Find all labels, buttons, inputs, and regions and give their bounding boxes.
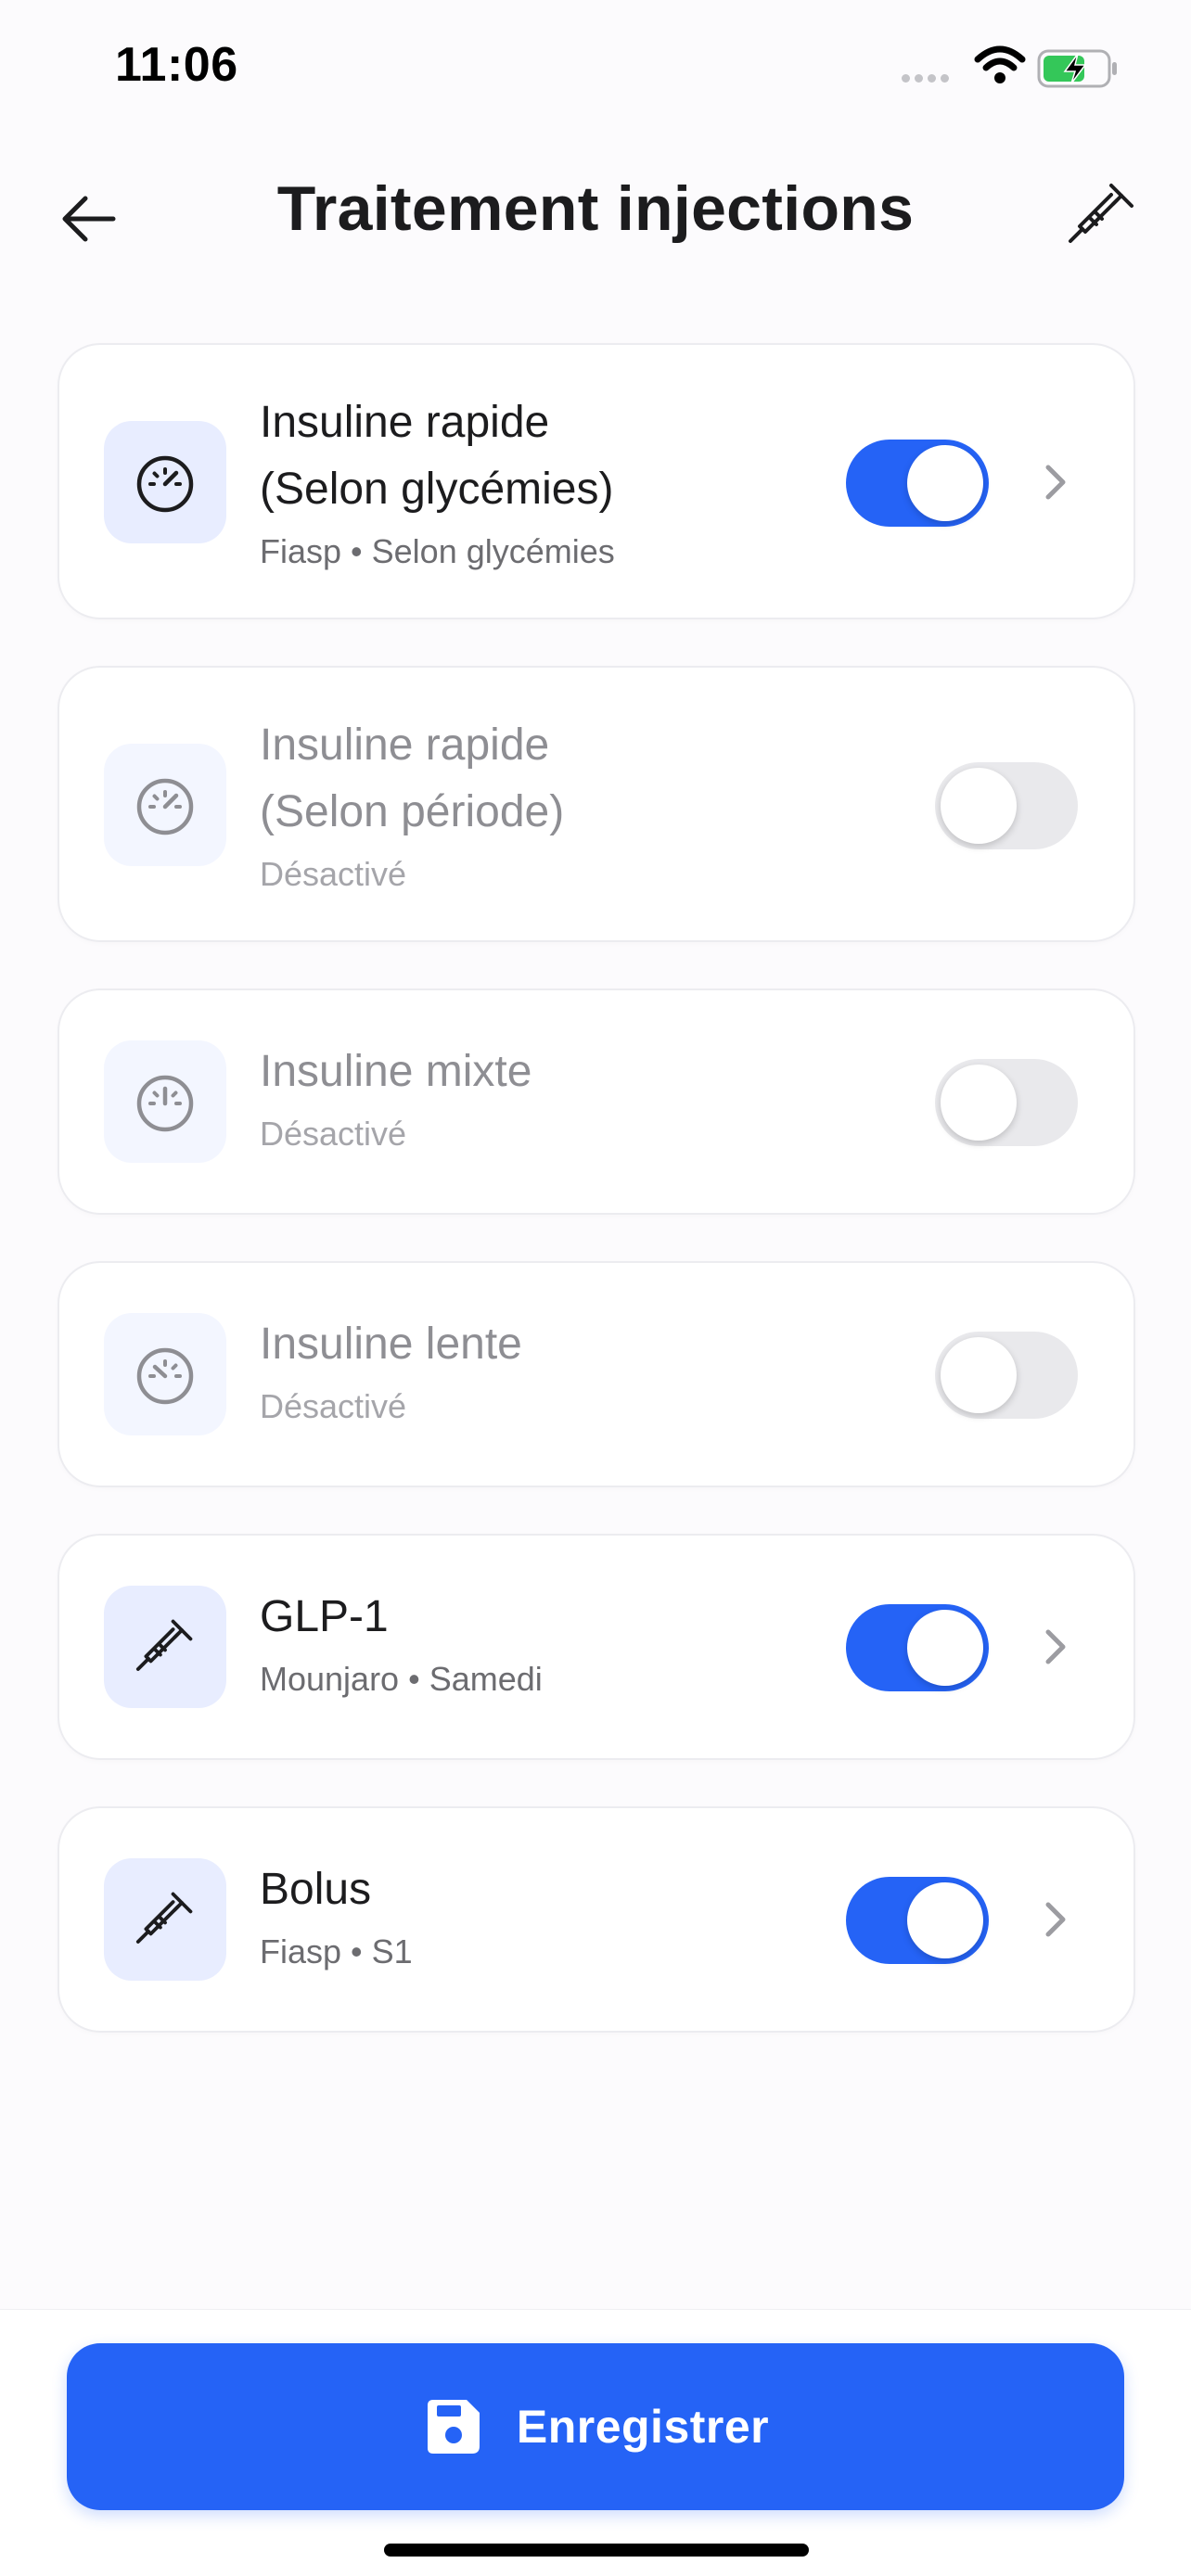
footer: Enregistrer xyxy=(0,2309,1191,2576)
wifi-icon xyxy=(974,45,1026,83)
card-subtitle: Désactivé xyxy=(260,1387,407,1425)
chevron-right-icon[interactable] xyxy=(1037,1625,1074,1669)
treatment-card-rapid-glycemia[interactable]: Insuline rapide (Selon glycémies) Fiasp … xyxy=(58,343,1135,619)
toggle-glp1[interactable] xyxy=(846,1604,989,1691)
syringe-icon xyxy=(135,1892,193,1944)
card-title: Insuline rapide xyxy=(260,398,550,447)
card-icon-container xyxy=(104,1858,226,1981)
toggle-rapid-glycemia[interactable] xyxy=(846,440,989,527)
card-icon-container xyxy=(104,744,226,866)
syringe-icon[interactable] xyxy=(1063,176,1141,254)
floppy-disk-icon xyxy=(427,2400,480,2454)
save-label: Enregistrer xyxy=(516,2401,770,2453)
card-icon-container xyxy=(104,1586,226,1708)
toggle-slow[interactable] xyxy=(935,1332,1078,1419)
treatment-card-bolus[interactable]: Bolus Fiasp • S1 xyxy=(58,1806,1135,2033)
card-subtitle: Désactivé xyxy=(260,1115,407,1153)
card-title: Bolus xyxy=(260,1865,372,1914)
battery-charging-icon xyxy=(1037,49,1117,88)
cellular-dots-icon xyxy=(902,74,949,83)
card-title: GLP-1 xyxy=(260,1592,389,1641)
card-title-line2: (Selon glycémies) xyxy=(260,465,614,514)
treatment-card-mixed[interactable]: Insuline mixte Désactivé xyxy=(58,988,1135,1215)
status-bar: 11:06 xyxy=(0,0,1191,139)
gauge-icon xyxy=(136,1347,194,1405)
toggle-rapid-period[interactable] xyxy=(935,762,1078,849)
card-subtitle: Mounjaro • Samedi xyxy=(260,1660,543,1698)
chevron-right-icon[interactable] xyxy=(1037,460,1074,504)
card-subtitle: Fiasp • Selon glycémies xyxy=(260,532,615,570)
syringe-icon xyxy=(135,1619,193,1671)
card-title: Insuline mixte xyxy=(260,1047,532,1096)
chevron-right-icon[interactable] xyxy=(1037,1897,1074,1942)
gauge-icon xyxy=(136,1075,194,1132)
treatment-card-slow[interactable]: Insuline lente Désactivé xyxy=(58,1261,1135,1487)
page-title: Traitement injections xyxy=(276,173,915,244)
card-subtitle: Fiasp • S1 xyxy=(260,1932,413,1970)
card-icon-container xyxy=(104,1040,226,1163)
card-title: Insuline lente xyxy=(260,1320,522,1369)
gauge-icon xyxy=(136,455,194,513)
card-title: Insuline rapide xyxy=(260,721,550,770)
save-button[interactable]: Enregistrer xyxy=(67,2343,1124,2510)
toggle-mixed[interactable] xyxy=(935,1059,1078,1146)
gauge-icon xyxy=(136,778,194,835)
status-time: 11:06 xyxy=(115,38,238,92)
toggle-bolus[interactable] xyxy=(846,1877,989,1964)
treatment-card-glp1[interactable]: GLP-1 Mounjaro • Samedi xyxy=(58,1534,1135,1760)
card-icon-container xyxy=(104,1313,226,1435)
treatment-card-rapid-period[interactable]: Insuline rapide (Selon période) Désactiv… xyxy=(58,666,1135,942)
card-icon-container xyxy=(104,421,226,543)
header: Traitement injections xyxy=(0,148,1191,278)
card-subtitle: Désactivé xyxy=(260,855,407,893)
home-indicator xyxy=(384,2544,809,2557)
card-title-line2: (Selon période) xyxy=(260,787,565,836)
